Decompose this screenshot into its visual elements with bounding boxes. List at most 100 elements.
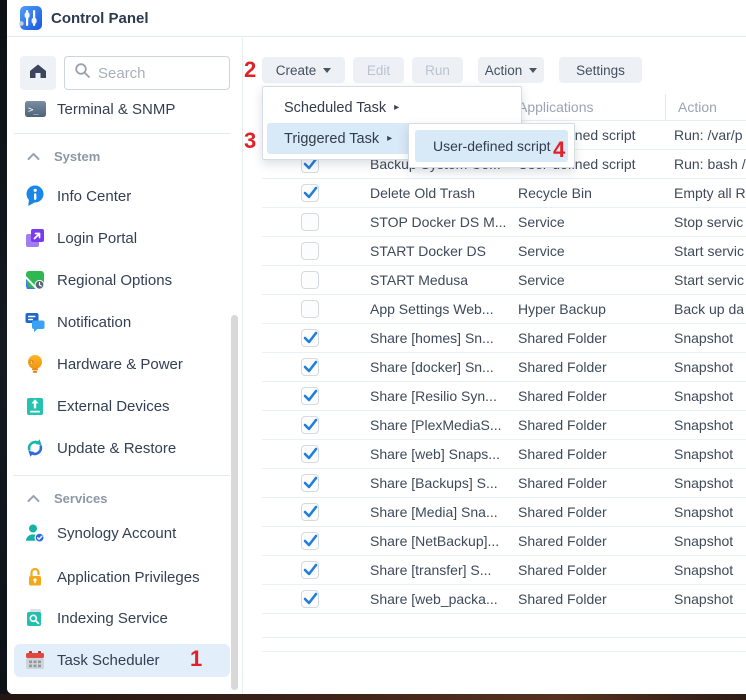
table-row[interactable]: Share [Media] Sna... Shared Folder Snaps…: [262, 498, 746, 527]
row-checkbox[interactable]: [301, 184, 319, 202]
row-checkbox[interactable]: [301, 242, 319, 260]
create-button[interactable]: Create: [262, 57, 345, 83]
sidebar-item-task-scheduler[interactable]: Task Scheduler: [7, 639, 241, 681]
table-row[interactable]: App Settings Web... Hyper Backup Back up…: [262, 295, 746, 324]
search-box[interactable]: [64, 56, 230, 90]
action-cell: Snapshot: [674, 533, 733, 549]
sidebar-divider: [14, 133, 230, 134]
task-name-cell: Share [web] Snaps...: [370, 446, 500, 462]
row-checkbox[interactable]: [301, 416, 319, 434]
menu-item-user-defined-script[interactable]: User-defined script: [415, 130, 568, 162]
row-checkbox[interactable]: [301, 271, 319, 289]
sidebar-item-notification[interactable]: Notification: [7, 301, 241, 343]
column-header-applications[interactable]: Applications: [518, 99, 594, 115]
row-checkbox[interactable]: [301, 532, 319, 550]
caret-down-icon: [529, 68, 537, 73]
row-checkbox[interactable]: [301, 213, 319, 231]
check-icon: [303, 563, 318, 577]
table-row[interactable]: STOP Docker DS M... Service Stop servic: [262, 208, 746, 237]
row-checkbox[interactable]: [301, 503, 319, 521]
table-row[interactable]: Share [Backups] S... Shared Folder Snaps…: [262, 469, 746, 498]
sidebar-item-external-devices[interactable]: External Devices: [7, 385, 241, 427]
row-checkbox[interactable]: [301, 561, 319, 579]
row-checkbox[interactable]: [301, 358, 319, 376]
search-icon: [74, 62, 91, 84]
table-row[interactable]: Share [Resilio Syn... Shared Folder Snap…: [262, 382, 746, 411]
application-cell: Shared Folder: [518, 446, 607, 462]
menu-item-label: Triggered Task: [284, 131, 379, 147]
action-cell: Stop servic: [674, 214, 743, 230]
table-row[interactable]: Delete Old Trash Recycle Bin Empty all R: [262, 179, 746, 208]
sidebar-scrollbar-thumb[interactable]: [231, 315, 238, 690]
check-icon: [303, 331, 318, 345]
home-button[interactable]: [20, 56, 56, 90]
search-input[interactable]: [98, 65, 213, 82]
column-separator[interactable]: [665, 94, 666, 120]
sidebar-item-application-privileges[interactable]: Application Privileges: [7, 556, 241, 598]
action-cell: Snapshot: [674, 359, 733, 375]
terminal-icon: >_: [24, 101, 46, 117]
table-row[interactable]: Share [PlexMediaS... Shared Folder Snaps…: [262, 411, 746, 440]
sidebar-item-label: Notification: [57, 314, 131, 331]
task-name-cell: Share [NetBackup]...: [370, 533, 499, 549]
sidebar-item-synology-account[interactable]: Synology Account: [7, 512, 241, 554]
sidebar-item-hardware-power[interactable]: 1 Hardware & Power: [7, 343, 241, 385]
settings-button[interactable]: Settings: [559, 57, 642, 83]
sidebar-item-label: Regional Options: [57, 272, 172, 289]
action-cell: Snapshot: [674, 388, 733, 404]
table-row[interactable]: Share [transfer] S... Shared Folder Snap…: [262, 556, 746, 585]
column-header-action[interactable]: Action: [678, 99, 717, 115]
table-row[interactable]: Share [homes] Sn... Shared Folder Snapsh…: [262, 324, 746, 353]
sidebar-item-info-center[interactable]: Info Center: [7, 175, 241, 217]
task-name-cell: App Settings Web...: [370, 301, 493, 317]
application-cell: Shared Folder: [518, 591, 607, 607]
table-row[interactable]: Share [web] Snaps... Shared Folder Snaps…: [262, 440, 746, 469]
application-cell: Shared Folder: [518, 417, 607, 433]
row-checkbox[interactable]: [301, 300, 319, 318]
sidebar-section-system[interactable]: System: [7, 141, 241, 171]
sidebar-section-services[interactable]: Services: [7, 483, 241, 513]
application-cell: Service: [518, 243, 565, 259]
desktop-background-left: [0, 0, 7, 700]
task-name-cell: START Docker DS: [370, 243, 486, 259]
row-checkbox[interactable]: [301, 445, 319, 463]
row-checkbox[interactable]: [301, 329, 319, 347]
regional-options-icon: [24, 270, 46, 290]
toolbar: Create Edit Run Action Settings: [262, 57, 642, 83]
sidebar-item-label: Info Center: [57, 188, 131, 205]
sidebar-item-terminal-snmp[interactable]: >_ Terminal & SNMP: [7, 88, 241, 130]
table-row[interactable]: Share [web_packa... Shared Folder Snapsh…: [262, 585, 746, 614]
action-button[interactable]: Action: [478, 57, 544, 83]
table-row[interactable]: Share [docker] Sn... Shared Folder Snaps…: [262, 353, 746, 382]
sidebar-divider: [14, 475, 230, 476]
run-button-label: Run: [425, 63, 450, 78]
menu-item-label: Scheduled Task: [284, 100, 386, 116]
table-row[interactable]: START Medusa Service Start servic: [262, 266, 746, 295]
application-cell: Service: [518, 272, 565, 288]
row-checkbox[interactable]: [301, 590, 319, 608]
task-name-cell: Share [Media] Sna...: [370, 504, 498, 520]
login-portal-icon: [24, 228, 46, 248]
application-cell: Shared Folder: [518, 359, 607, 375]
svg-text:>_: >_: [28, 106, 39, 116]
sidebar-item-label: Update & Restore: [57, 440, 176, 457]
sidebar-item-update-restore[interactable]: Update & Restore: [7, 427, 241, 469]
table-row[interactable]: START Docker DS Service Start servic: [262, 237, 746, 266]
row-checkbox[interactable]: [301, 387, 319, 405]
run-button[interactable]: Run: [412, 57, 463, 83]
sidebar-item-regional-options[interactable]: Regional Options: [7, 259, 241, 301]
submenu-arrow-icon: ▸: [387, 133, 392, 144]
sidebar-item-indexing-service[interactable]: Indexing Service: [7, 597, 241, 639]
application-cell: Shared Folder: [518, 562, 607, 578]
menu-item-scheduled-task[interactable]: Scheduled Task ▸: [267, 92, 517, 123]
row-checkbox[interactable]: [301, 474, 319, 492]
action-cell: Run: /var/p: [674, 127, 742, 143]
check-icon: [303, 360, 318, 374]
sidebar-item-login-portal[interactable]: Login Portal: [7, 217, 241, 259]
triggered-task-submenu: User-defined script: [408, 123, 575, 168]
update-restore-icon: [24, 438, 46, 458]
edit-button[interactable]: Edit: [353, 57, 404, 83]
sidebar-item-label: External Devices: [57, 398, 170, 415]
table-row[interactable]: Share [NetBackup]... Shared Folder Snaps…: [262, 527, 746, 556]
check-icon: [303, 186, 318, 200]
